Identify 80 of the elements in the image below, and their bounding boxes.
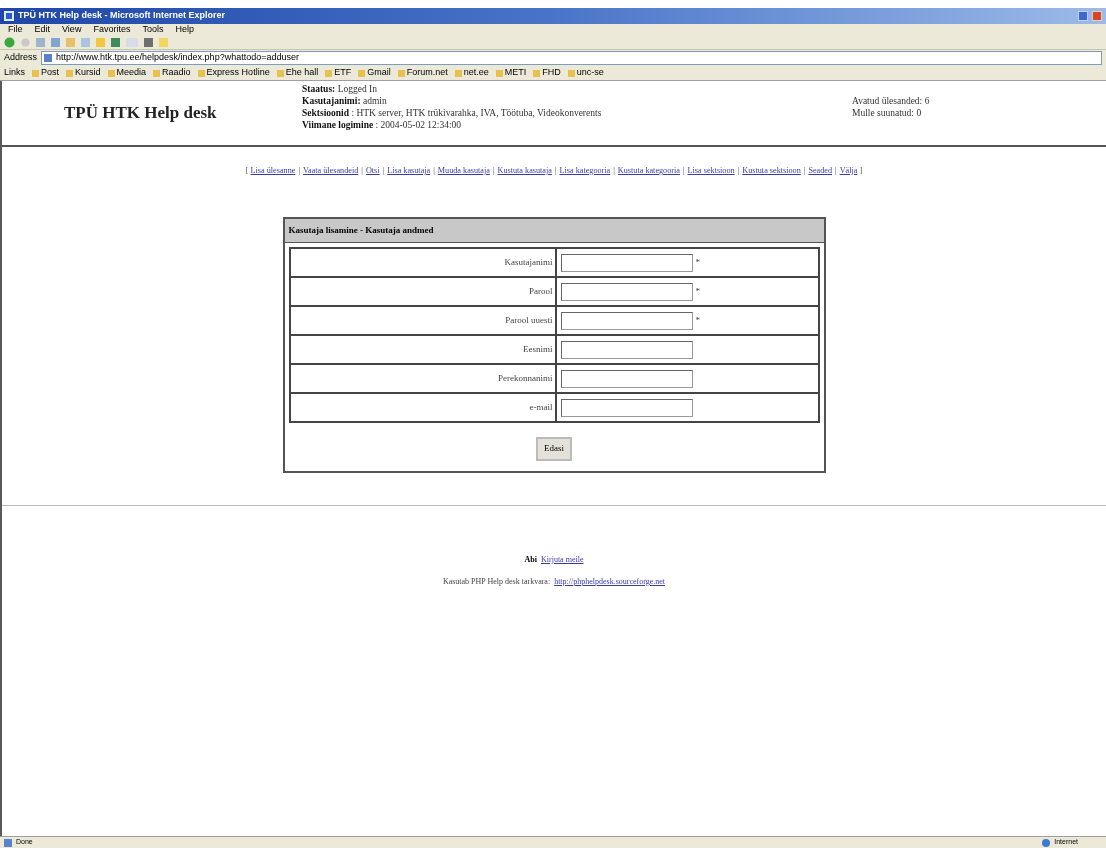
- separator-text: |: [382, 166, 385, 175]
- link-item[interactable]: FHD: [542, 66, 561, 80]
- nav-link[interactable]: Seaded: [808, 166, 833, 175]
- close-button[interactable]: [1092, 11, 1102, 21]
- info-line: Kasutajanimi: admin: [302, 95, 388, 107]
- field-label: Eesnimi: [289, 335, 556, 365]
- link-item[interactable]: Express Hotline: [206, 66, 270, 80]
- help-label: Abi: [524, 553, 537, 566]
- link-item[interactable]: Gmail: [367, 66, 391, 80]
- menu-item[interactable]: Favorites: [93, 23, 131, 37]
- address-label: Address: [4, 51, 38, 65]
- form-title: Kasutaja lisamine - Kasutaja andmed: [284, 219, 824, 244]
- text-field[interactable]: [560, 311, 693, 330]
- separator-text: |: [492, 166, 495, 175]
- window-title: TPÜ HTK Help desk - Microsoft Internet Explorer: [18, 9, 226, 23]
- field-label: Kasutajanimi: [289, 248, 556, 278]
- separator-text: |: [554, 166, 557, 175]
- link-item[interactable]: Meedia: [116, 66, 147, 80]
- separator-text: |: [682, 166, 685, 175]
- nav-link[interactable]: Välja: [839, 166, 858, 175]
- menu-item[interactable]: View: [62, 23, 82, 37]
- menu-item[interactable]: File: [8, 23, 23, 37]
- link-item[interactable]: Raadio: [162, 66, 191, 80]
- required-mark: *: [695, 314, 700, 328]
- credit-text: Kasutab PHP Help desk tarkvara:: [442, 575, 551, 588]
- separator-text: |: [737, 166, 740, 175]
- link-item[interactable]: Ehe hall: [285, 66, 319, 80]
- link-item[interactable]: METI: [504, 66, 527, 80]
- field-label: Perekonnanimi: [289, 364, 556, 394]
- link-item[interactable]: Forum.net: [406, 66, 448, 80]
- link-item[interactable]: Kursid: [75, 66, 101, 80]
- minimize-button[interactable]: [1078, 11, 1088, 21]
- separator-text: |: [433, 166, 435, 175]
- link-item[interactable]: Post: [41, 66, 60, 80]
- separator-text: |: [803, 166, 806, 175]
- nav-link[interactable]: Lisa kasutaja: [387, 166, 431, 175]
- browser-icon: [4, 11, 14, 21]
- site-title: TPÜ HTK Help desk: [63, 102, 218, 124]
- nav-link[interactable]: Kustuta kategooria: [617, 166, 680, 175]
- text-field[interactable]: [560, 340, 693, 359]
- separator-text: |: [361, 166, 363, 175]
- nav-link[interactable]: Vaata ülesandeid: [303, 166, 359, 175]
- text-field[interactable]: [560, 253, 693, 272]
- globe-icon: [1042, 838, 1051, 847]
- info-line: Staatus: Logged In: [302, 83, 378, 95]
- menu-item[interactable]: Edit: [34, 23, 51, 37]
- info-line: Sektsioonid : HTK server, HTK trükivarahka, IVA, Töötuba, Videokonverents: [302, 107, 603, 119]
- address-field[interactable]: http://www.htk.tpu.ee/helpdesk/index.php?whattodo=adduser: [41, 51, 1102, 65]
- text-field[interactable]: [560, 369, 693, 388]
- nav-link[interactable]: Kustuta kasutaja: [497, 166, 552, 175]
- text-field[interactable]: [560, 398, 693, 417]
- nav-link[interactable]: Otsi: [365, 166, 380, 175]
- count-text: Mulle suunatud: 0: [852, 107, 923, 119]
- link-item[interactable]: net.ee: [463, 66, 489, 80]
- nav-link[interactable]: Kustuta sektsioon: [742, 166, 801, 175]
- count-text: Avatud ülesanded: 6: [852, 95, 930, 107]
- credit-link[interactable]: http://phphelpdesk.sourceforge.net: [554, 575, 666, 588]
- separator-text: |: [613, 166, 615, 175]
- info-line: Viimane logimine : 2004-05-02 12:34:00: [302, 119, 463, 131]
- submit-button[interactable]: Edasi: [536, 437, 572, 461]
- required-mark: *: [695, 256, 700, 270]
- menu-item[interactable]: Tools: [142, 23, 164, 37]
- separator-text: |: [835, 166, 837, 175]
- field-label: Parool: [289, 277, 556, 307]
- required-mark: *: [695, 285, 700, 299]
- menu-item[interactable]: Help: [175, 23, 194, 37]
- nav-link[interactable]: Lisa ülesanne: [250, 166, 296, 175]
- text-field[interactable]: [560, 282, 693, 301]
- bracket-text: [: [245, 166, 249, 175]
- field-label: e-mail: [289, 393, 556, 423]
- bracket-text: ]: [859, 166, 863, 175]
- field-label: Parool uuesti: [289, 306, 556, 336]
- nav-link[interactable]: Lisa sektsioon: [687, 166, 735, 175]
- links-label: Links: [4, 66, 25, 80]
- nav-link[interactable]: Lisa kategooria: [559, 166, 611, 175]
- help-link[interactable]: Kirjuta meile: [541, 553, 584, 566]
- link-item[interactable]: ETF: [334, 66, 352, 80]
- link-item[interactable]: unc-se: [576, 66, 604, 80]
- separator-text: |: [298, 166, 300, 175]
- nav-link[interactable]: Muuda kasutaja: [437, 166, 490, 175]
